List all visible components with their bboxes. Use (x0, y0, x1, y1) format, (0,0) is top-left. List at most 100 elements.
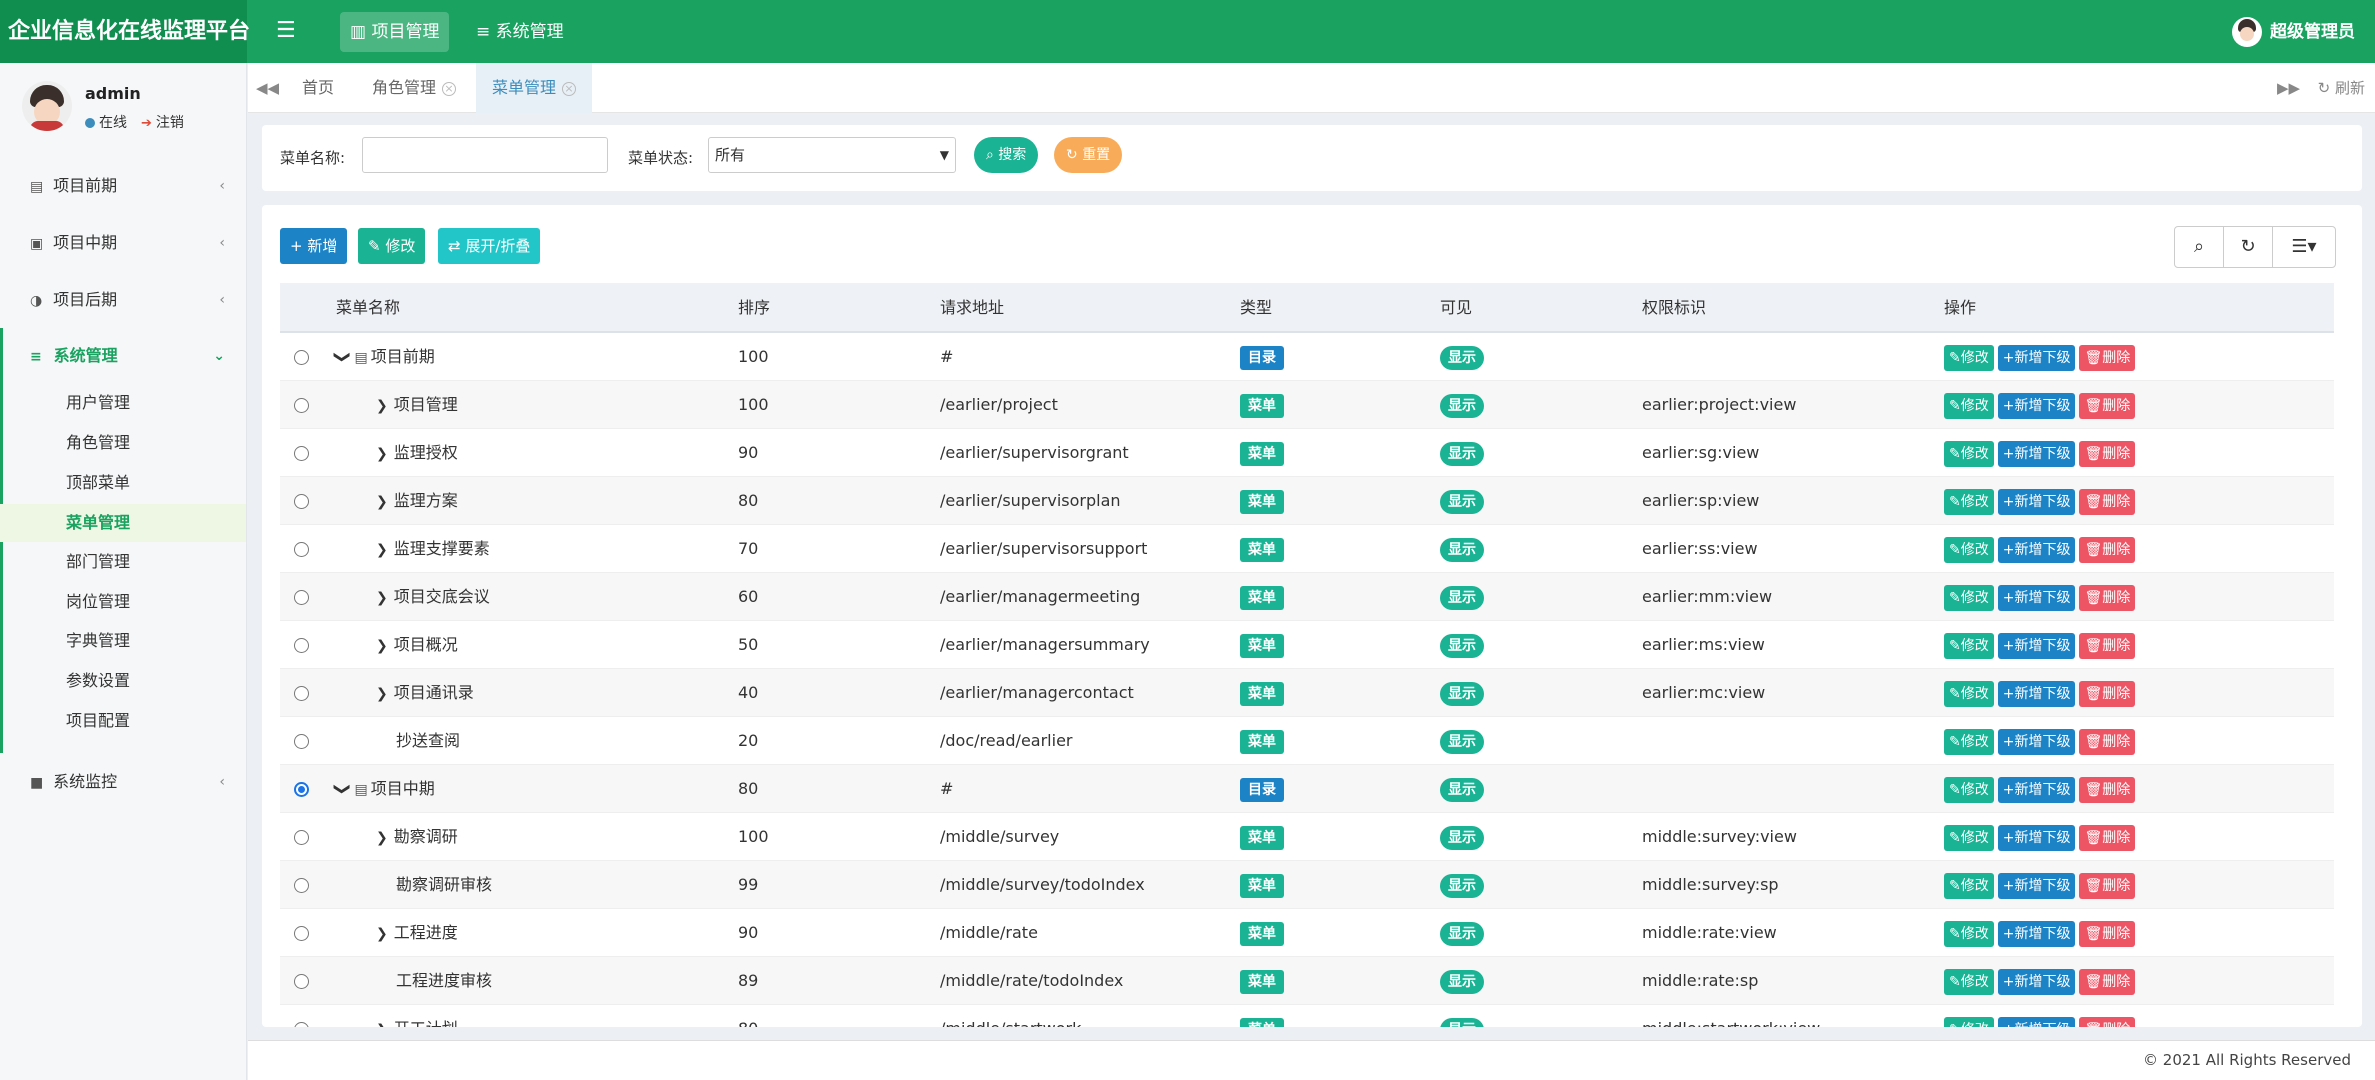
row-edit-button[interactable]: ✎修改 (1944, 969, 1994, 995)
table-row[interactable]: ❯ 工程进度 90/middle/rate 菜单 显示 middle:rate:view ✎… (280, 909, 2334, 957)
topnav-project-management[interactable]: ▥ 项目管理 (340, 12, 450, 52)
row-add-child-button[interactable]: +新增下级 (1997, 825, 2076, 851)
sidebar-item-system-management[interactable]: ≡ 系统管理 ⌄ (0, 336, 247, 376)
row-add-child-button[interactable]: +新增下级 (1997, 921, 2076, 947)
row-add-child-button[interactable]: +新增下级 (1997, 393, 2076, 419)
row-delete-button[interactable]: 🗑删除 (2079, 345, 2136, 371)
table-row[interactable]: ❯ 监理方案 80/earlier/supervisorplan 菜单 显示 earlie… (280, 477, 2334, 525)
sidebar-subitem-top-menu[interactable]: 顶部菜单 (0, 464, 246, 502)
hamburger-icon[interactable]: ☰ (276, 18, 296, 43)
table-row[interactable]: ❯ 监理授权 90/earlier/supervisorgrant 菜单 显示 earli… (280, 429, 2334, 477)
row-delete-button[interactable]: 🗑删除 (2079, 1017, 2136, 1027)
row-select-radio[interactable] (294, 734, 309, 749)
row-delete-button[interactable]: 🗑删除 (2079, 729, 2136, 755)
row-select-radio[interactable] (294, 398, 309, 413)
row-delete-button[interactable]: 🗑删除 (2079, 681, 2136, 707)
row-delete-button[interactable]: 🗑删除 (2079, 489, 2136, 515)
row-add-child-button[interactable]: +新增下级 (1997, 633, 2076, 659)
chevron-right-icon[interactable]: ❯ (376, 686, 388, 702)
row-select-radio[interactable] (294, 782, 309, 797)
row-edit-button[interactable]: ✎修改 (1944, 1017, 1994, 1027)
sidebar-subitem-department[interactable]: 部门管理 (0, 543, 246, 581)
row-select-radio[interactable] (294, 350, 309, 365)
row-delete-button[interactable]: 🗑删除 (2079, 441, 2136, 467)
row-select-radio[interactable] (294, 974, 309, 989)
topnav-system-management[interactable]: ≡ 系统管理 (466, 12, 574, 52)
tabs-scroll-left-icon[interactable]: ◀◀ (256, 63, 279, 113)
sidebar-item-mid-stage[interactable]: ▣ 项目中期 ‹ (0, 223, 247, 263)
tab-role-management[interactable]: 角色管理 × (356, 63, 472, 113)
table-row[interactable]: ❯ 项目交底会议 60/earlier/managermeeting 菜单 显示 earl… (280, 573, 2334, 621)
table-row[interactable]: ❯ 项目概况 50/earlier/managersummary 菜单 显示 earlie… (280, 621, 2334, 669)
row-add-child-button[interactable]: +新增下级 (1997, 537, 2076, 563)
menu-name-input[interactable] (362, 137, 608, 173)
close-icon[interactable]: × (562, 81, 577, 96)
row-delete-button[interactable]: 🗑删除 (2079, 633, 2136, 659)
row-select-radio[interactable] (294, 878, 309, 893)
row-select-radio[interactable] (294, 830, 309, 845)
user-menu[interactable]: 超级管理员 (2232, 17, 2355, 47)
table-row[interactable]: ❯ 项目管理 100/earlier/project 菜单 显示 earlier:proj… (280, 381, 2334, 429)
sidebar-subitem-post[interactable]: 岗位管理 (0, 583, 246, 621)
chevron-right-icon[interactable]: ❯ (376, 590, 388, 606)
row-delete-button[interactable]: 🗑删除 (2079, 393, 2136, 419)
row-add-child-button[interactable]: +新增下级 (1997, 873, 2076, 899)
row-edit-button[interactable]: ✎修改 (1944, 873, 1994, 899)
chevron-right-icon[interactable]: ❯ (376, 926, 388, 942)
row-add-child-button[interactable]: +新增下级 (1997, 1017, 2076, 1027)
chevron-right-icon[interactable]: ❯ (376, 398, 388, 414)
row-select-radio[interactable] (294, 542, 309, 557)
table-row[interactable]: 抄送查阅 20/doc/read/earlier 菜单 显示 ✎修改 +新增下级 🗑删除 (280, 717, 2334, 765)
search-button[interactable]: ⌕ 搜索 (974, 137, 1039, 173)
row-select-radio[interactable] (294, 590, 309, 605)
row-edit-button[interactable]: ✎修改 (1944, 585, 1994, 611)
row-select-radio[interactable] (294, 638, 309, 653)
sidebar-subitem-role[interactable]: 角色管理 (0, 424, 246, 462)
table-row[interactable]: ❯ 开工计划 80/middle/startwork 菜单 显示 middle:start… (280, 1005, 2334, 1027)
tab-home[interactable]: 首页 (286, 63, 350, 113)
row-delete-button[interactable]: 🗑删除 (2079, 537, 2136, 563)
row-delete-button[interactable]: 🗑删除 (2079, 921, 2136, 947)
table-row[interactable]: ❯ ▤ 项目中期 80 # 目录 显示 ✎修改 +新增下级 🗑删除 (280, 765, 2334, 813)
sidebar-item-early-stage[interactable]: ▤ 项目前期 ‹ (0, 166, 247, 206)
table-row[interactable]: 工程进度审核 89/middle/rate/todoIndex 菜单 显示 middle… (280, 957, 2334, 1005)
table-row[interactable]: ❯ 勘察调研 100/middle/survey 菜单 显示 middle:survey:… (280, 813, 2334, 861)
tabs-scroll-right-icon[interactable]: ▶▶ (2277, 63, 2300, 113)
add-button[interactable]: + 新增 (280, 228, 348, 264)
search-toggle-button[interactable]: ⌕ (2174, 226, 2224, 268)
row-delete-button[interactable]: 🗑删除 (2079, 873, 2136, 899)
table-row[interactable]: 勘察调研审核 99/middle/survey/todoIndex 菜单 显示 midd… (280, 861, 2334, 909)
row-edit-button[interactable]: ✎修改 (1944, 921, 1994, 947)
row-select-radio[interactable] (294, 926, 309, 941)
row-delete-button[interactable]: 🗑删除 (2079, 969, 2136, 995)
chevron-right-icon[interactable]: ❯ (376, 638, 388, 654)
chevron-right-icon[interactable]: ❯ (376, 542, 388, 558)
row-edit-button[interactable]: ✎修改 (1944, 345, 1994, 371)
reset-button[interactable]: ↻ 重置 (1054, 137, 1123, 173)
chevron-right-icon[interactable]: ❯ (376, 1022, 388, 1027)
row-add-child-button[interactable]: +新增下级 (1997, 729, 2076, 755)
row-edit-button[interactable]: ✎修改 (1944, 777, 1994, 803)
row-edit-button[interactable]: ✎修改 (1944, 441, 1994, 467)
row-edit-button[interactable]: ✎修改 (1944, 633, 1994, 659)
row-edit-button[interactable]: ✎修改 (1944, 825, 1994, 851)
row-edit-button[interactable]: ✎修改 (1944, 729, 1994, 755)
tab-menu-management[interactable]: 菜单管理 × (476, 63, 593, 113)
close-icon[interactable]: × (442, 81, 457, 96)
chevron-right-icon[interactable]: ❯ (376, 494, 388, 510)
expand-collapse-button[interactable]: ⇄ 展开/折叠 (438, 228, 541, 264)
row-add-child-button[interactable]: +新增下级 (1997, 969, 2076, 995)
columns-toggle-button[interactable]: ☰▾ (2272, 226, 2336, 268)
row-delete-button[interactable]: 🗑删除 (2079, 585, 2136, 611)
refresh-table-button[interactable]: ↻ (2223, 226, 2273, 268)
row-add-child-button[interactable]: +新增下级 (1997, 441, 2076, 467)
row-edit-button[interactable]: ✎修改 (1944, 681, 1994, 707)
sidebar-subitem-user[interactable]: 用户管理 (0, 384, 246, 422)
row-add-child-button[interactable]: +新增下级 (1997, 585, 2076, 611)
sidebar-item-system-monitor[interactable]: ■ 系统监控 ‹ (0, 762, 247, 802)
row-edit-button[interactable]: ✎修改 (1944, 393, 1994, 419)
sidebar-subitem-config[interactable]: 参数设置 (0, 662, 246, 700)
row-add-child-button[interactable]: +新增下级 (1997, 681, 2076, 707)
row-select-radio[interactable] (294, 494, 309, 509)
logout-link[interactable]: 注销 (156, 115, 184, 131)
